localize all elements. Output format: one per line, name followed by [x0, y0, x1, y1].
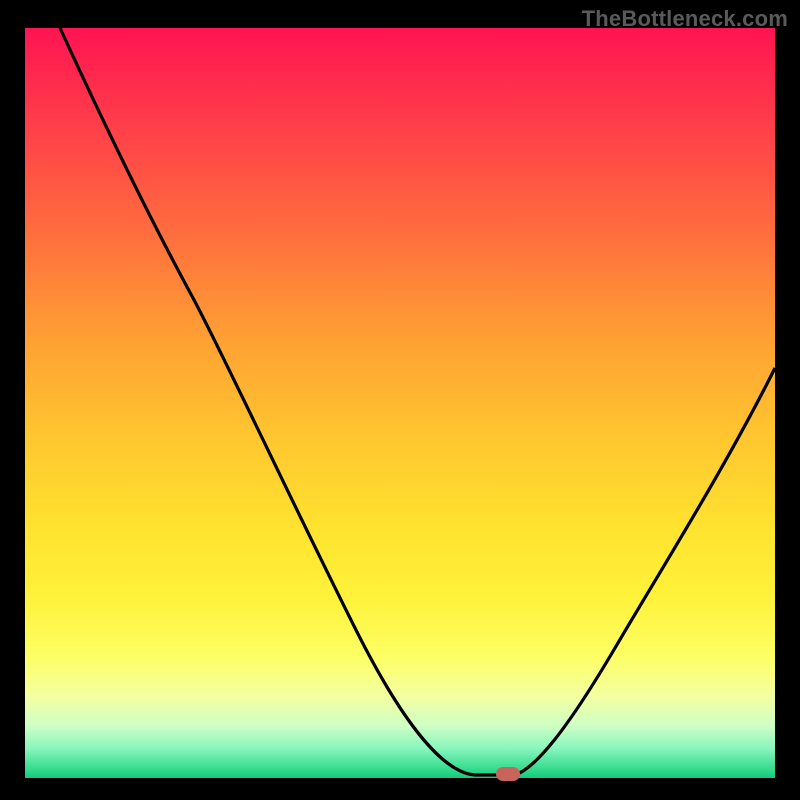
- watermark-text: TheBottleneck.com: [582, 6, 788, 32]
- chart-frame: TheBottleneck.com: [0, 0, 800, 800]
- plot-area: [25, 28, 775, 778]
- bottleneck-curve: [25, 28, 775, 778]
- curve-path: [60, 28, 775, 775]
- optimum-marker: [496, 767, 520, 781]
